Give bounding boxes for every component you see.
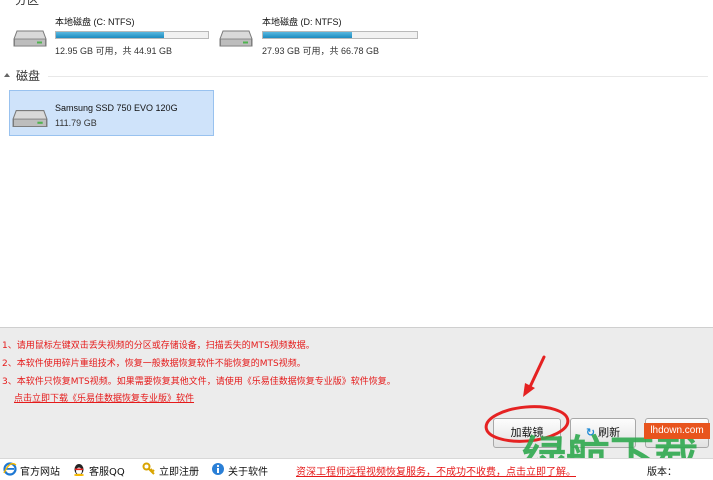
about-label: 关于软件 [228, 466, 268, 478]
download-pro-link[interactable]: 点击立即下载《乐易佳数据恢复专业版》软件 [14, 391, 194, 404]
version-label: 版本： [647, 467, 677, 478]
notice-line-1: 1、请用鼠标左键双击丢失视频的分区或存储设备，扫描丢失的MTS视频数据。 [2, 341, 315, 351]
support-qq-link[interactable]: 客服QQ [72, 462, 125, 478]
watermark-site: lhdown.com [644, 423, 710, 439]
section-divider [48, 76, 708, 77]
annotation-arrow-icon [523, 355, 546, 397]
hard-drive-icon [12, 110, 48, 127]
disk-size: 111.79 GB [55, 118, 97, 128]
ie-icon [3, 461, 17, 479]
support-qq-label: 客服QQ [89, 466, 125, 478]
partition-usage-bar [55, 31, 209, 39]
qq-penguin-icon [72, 462, 86, 479]
disk-name: Samsung SSD 750 EVO 120G [55, 103, 178, 113]
remote-service-link[interactable]: 资深工程师远程视频恢复服务，不成功不收费，点击立即了解。 [296, 463, 576, 478]
disk-tile-samsung[interactable]: Samsung SSD 750 EVO 120G 111.79 GB [9, 90, 214, 136]
partitions-section-label: 分区 [15, 0, 40, 7]
official-website-label: 官方网站 [20, 466, 60, 478]
hard-drive-icon [219, 30, 253, 47]
hard-drive-icon [13, 30, 47, 47]
key-icon [142, 462, 156, 479]
partition-name: 本地磁盘 (C: NTFS) [55, 17, 135, 27]
official-website-link[interactable]: 官方网站 [3, 461, 60, 479]
register-link[interactable]: 立即注册 [142, 462, 199, 478]
status-bar: 官方网站 客服QQ 立即注册 关于软件 资深工程师远程视频恢复服务，不成功不收费… [0, 458, 713, 480]
partition-tile-d[interactable]: 本地磁盘 (D: NTFS) 27.93 GB 可用，共 66.78 GB [216, 11, 420, 57]
disks-section-label: 磁盘 [16, 69, 41, 83]
register-label: 立即注册 [159, 466, 199, 478]
about-link[interactable]: 关于软件 [211, 462, 268, 478]
partition-usage-fill [263, 32, 353, 38]
partition-name: 本地磁盘 (D: NTFS) [262, 17, 342, 27]
partition-usage-text: 12.95 GB 可用，共 44.91 GB [55, 46, 173, 56]
info-icon [211, 462, 225, 479]
collapse-arrow-icon[interactable] [4, 73, 10, 77]
notice-line-2: 2、本软件使用碎片重组技术，恢复一般数据恢复软件不能恢复的MTS视频。 [2, 359, 306, 369]
partition-usage-text: 27.93 GB 可用，共 66.78 GB [262, 46, 380, 56]
notice-line-3: 3、本软件只恢复MTS视频。如果需要恢复其他文件，请使用《乐易佳数据恢复专业版》… [2, 377, 396, 387]
partition-usage-fill [56, 32, 164, 38]
partition-tile-c[interactable]: 本地磁盘 (C: NTFS) 12.95 GB 可用，共 44.91 GB [10, 11, 214, 57]
partition-usage-bar [262, 31, 418, 39]
